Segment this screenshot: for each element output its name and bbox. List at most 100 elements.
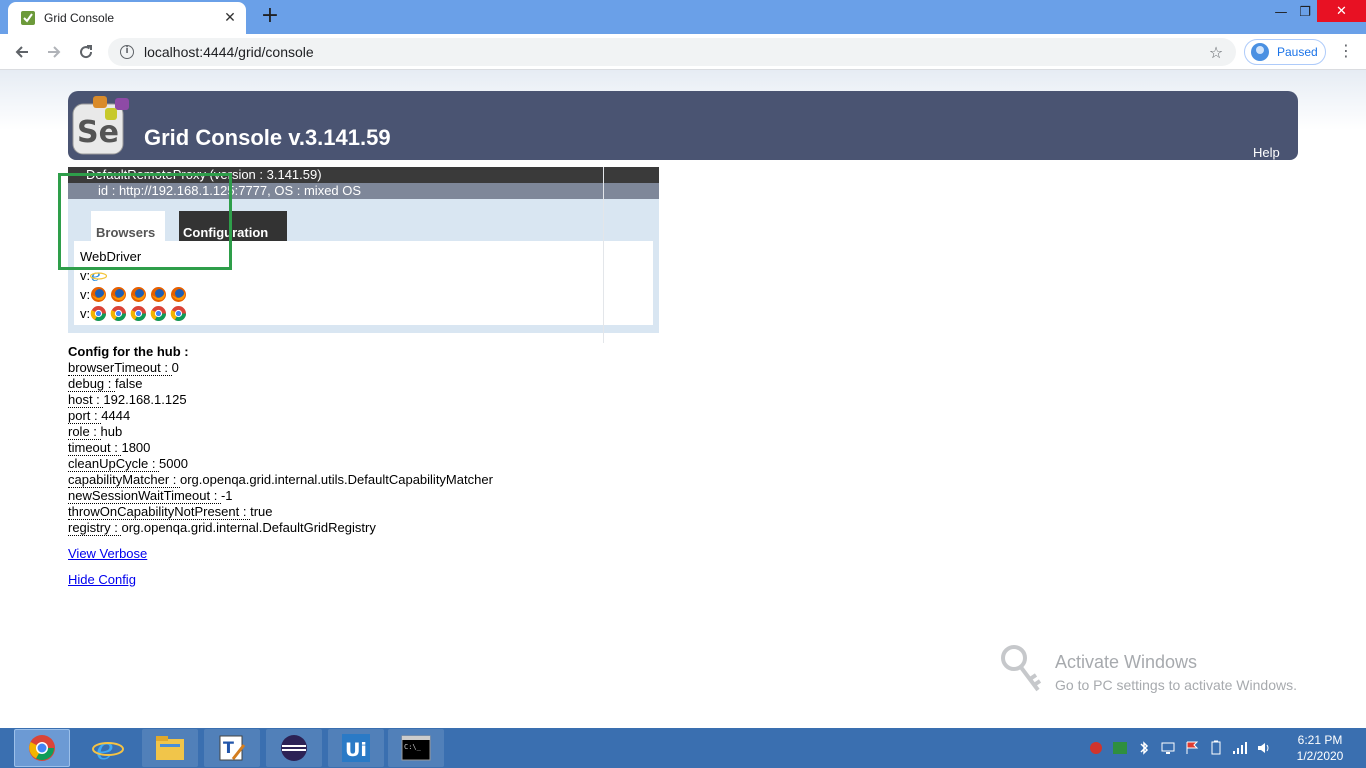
new-tab-button[interactable]: + (258, 5, 282, 28)
page-title: Grid Console v.3.141.59 (144, 125, 391, 150)
system-tray (1088, 738, 1280, 758)
hub-config: Config for the hub : browserTimeout : 0d… (68, 344, 493, 536)
browser-row-chrome: v: (80, 304, 190, 322)
reload-icon[interactable] (74, 41, 98, 63)
taskbar-text-editor[interactable]: T (204, 729, 260, 767)
browser-titlebar: Grid Console ✕ + — ❐ ✕ (0, 0, 1366, 34)
svg-text:Se: Se (77, 115, 119, 150)
browser-row-ie: v: e (80, 266, 110, 284)
windows-taskbar: e T Ui C:\_ 6:21 PM 1/2/2020 (0, 728, 1366, 768)
firefox-icon[interactable] (110, 286, 127, 303)
vertical-divider (603, 167, 604, 343)
config-value: true (250, 504, 273, 519)
firefox-icon[interactable] (170, 286, 187, 303)
svg-text:e: e (91, 267, 100, 284)
back-arrow-icon[interactable] (10, 41, 34, 63)
config-value: -1 (220, 488, 233, 503)
grid-favicon-icon (20, 10, 36, 26)
chrome-icon[interactable] (110, 305, 127, 322)
avatar (1251, 43, 1269, 61)
tab-close-icon[interactable]: ✕ (220, 8, 240, 28)
hide-config-link[interactable]: Hide Config (68, 572, 136, 587)
config-value: 192.168.1.125 (103, 392, 187, 407)
taskbar-eclipse[interactable] (266, 729, 322, 767)
config-value: 0 (171, 360, 179, 375)
close-window-button[interactable]: ✕ (1317, 0, 1366, 22)
version-prefix: v: (80, 267, 91, 283)
config-key: host : (68, 392, 104, 408)
tray-graphics-icon[interactable] (1112, 740, 1128, 756)
browser-toolbar: i localhost:4444/grid/console ☆ Paused ⋮ (0, 34, 1366, 70)
browser-tab[interactable]: Grid Console ✕ (8, 2, 246, 34)
key-icon (1001, 645, 1042, 692)
volume-icon[interactable] (1256, 740, 1272, 756)
battery-icon[interactable] (1208, 740, 1224, 756)
config-value: org.openqa.grid.internal.DefaultGridRegi… (121, 520, 376, 535)
config-entry: registry : org.openqa.grid.internal.Defa… (68, 520, 493, 536)
display-icon[interactable] (1160, 740, 1176, 756)
page-content: Se Grid Console v.3.141.59 Help DefaultR… (0, 70, 1366, 728)
firefox-icon[interactable] (150, 286, 167, 303)
config-value: org.openqa.grid.internal.utils.DefaultCa… (180, 472, 493, 487)
config-entry: cleanUpCycle : 5000 (68, 456, 493, 472)
bookmark-star-icon[interactable]: ☆ (1206, 43, 1226, 62)
network-signal-icon[interactable] (1232, 740, 1248, 756)
config-entry: capabilityMatcher : org.openqa.grid.inte… (68, 472, 493, 488)
tab-browsers[interactable]: Browsers (91, 211, 165, 241)
taskbar-file-explorer[interactable] (142, 729, 198, 767)
config-key: newSessionWaitTimeout : (68, 488, 221, 504)
help-link[interactable]: Help (1253, 145, 1280, 160)
config-key: cleanUpCycle : (68, 456, 160, 472)
view-verbose-link[interactable]: View Verbose (68, 546, 147, 561)
taskbar-command-prompt[interactable]: C:\_ (388, 729, 444, 767)
address-bar[interactable]: i localhost:4444/grid/console ☆ (108, 38, 1236, 66)
maximize-button[interactable]: ❐ (1290, 0, 1320, 24)
tab-title: Grid Console (44, 11, 115, 25)
config-key: role : (68, 424, 101, 440)
eclipse-icon (281, 735, 307, 761)
url-text: localhost:4444/grid/console (144, 44, 314, 60)
clock-date: 1/2/2020 (1296, 749, 1344, 763)
taskbar-internet-explorer[interactable]: e (80, 729, 136, 767)
config-heading: Config for the hub : (68, 344, 189, 359)
config-entry: newSessionWaitTimeout : -1 (68, 488, 493, 504)
taskbar-chrome[interactable] (14, 729, 70, 767)
taskbar-uipath[interactable]: Ui (328, 729, 384, 767)
firefox-icon[interactable] (90, 286, 107, 303)
config-entry: throwOnCapabilityNotPresent : true (68, 504, 493, 520)
text-editor-icon: T (219, 735, 246, 761)
tab-configuration[interactable]: Configuration (179, 211, 287, 241)
chrome-icon[interactable] (90, 305, 107, 322)
browser-row-firefox: v: (80, 285, 190, 303)
config-value: 5000 (159, 456, 188, 471)
bluetooth-icon[interactable] (1136, 740, 1152, 756)
profile-button[interactable]: Paused (1244, 39, 1326, 65)
config-entry: browserTimeout : 0 (68, 360, 493, 376)
internet-explorer-icon[interactable]: e (90, 267, 108, 284)
activate-windows-watermark: Activate Windows Go to PC settings to ac… (1000, 644, 1330, 700)
firefox-icon[interactable] (130, 286, 147, 303)
config-key: capabilityMatcher : (68, 472, 180, 488)
uipath-icon: Ui (342, 734, 370, 762)
chrome-icon (29, 735, 55, 761)
grid-header-banner: Se Grid Console v.3.141.59 Help (68, 91, 1298, 160)
chrome-icon[interactable] (170, 305, 187, 322)
config-entry: host : 192.168.1.125 (68, 392, 493, 408)
more-menu-icon[interactable]: ⋮ (1336, 41, 1356, 63)
forward-arrow-icon[interactable] (42, 41, 66, 63)
chrome-icon[interactable] (150, 305, 167, 322)
browsers-panel: WebDriver v: e v: v: (74, 241, 653, 325)
protocol-label: WebDriver (80, 249, 142, 264)
flag-icon[interactable] (1184, 740, 1200, 756)
file-explorer-icon (156, 736, 184, 760)
version-prefix: v: (80, 305, 91, 321)
site-info-icon[interactable]: i (120, 45, 134, 59)
taskbar-clock[interactable]: 6:21 PM 1/2/2020 (1282, 732, 1358, 764)
config-key: throwOnCapabilityNotPresent : (68, 504, 251, 520)
tray-app-icon[interactable] (1088, 740, 1104, 756)
proxy-panel: DefaultRemoteProxy (version : 3.141.59) … (68, 167, 659, 333)
config-key: port : (68, 408, 102, 424)
config-entry: role : hub (68, 424, 493, 440)
watermark-subtitle: Go to PC settings to activate Windows. (1055, 677, 1297, 693)
chrome-icon[interactable] (130, 305, 147, 322)
